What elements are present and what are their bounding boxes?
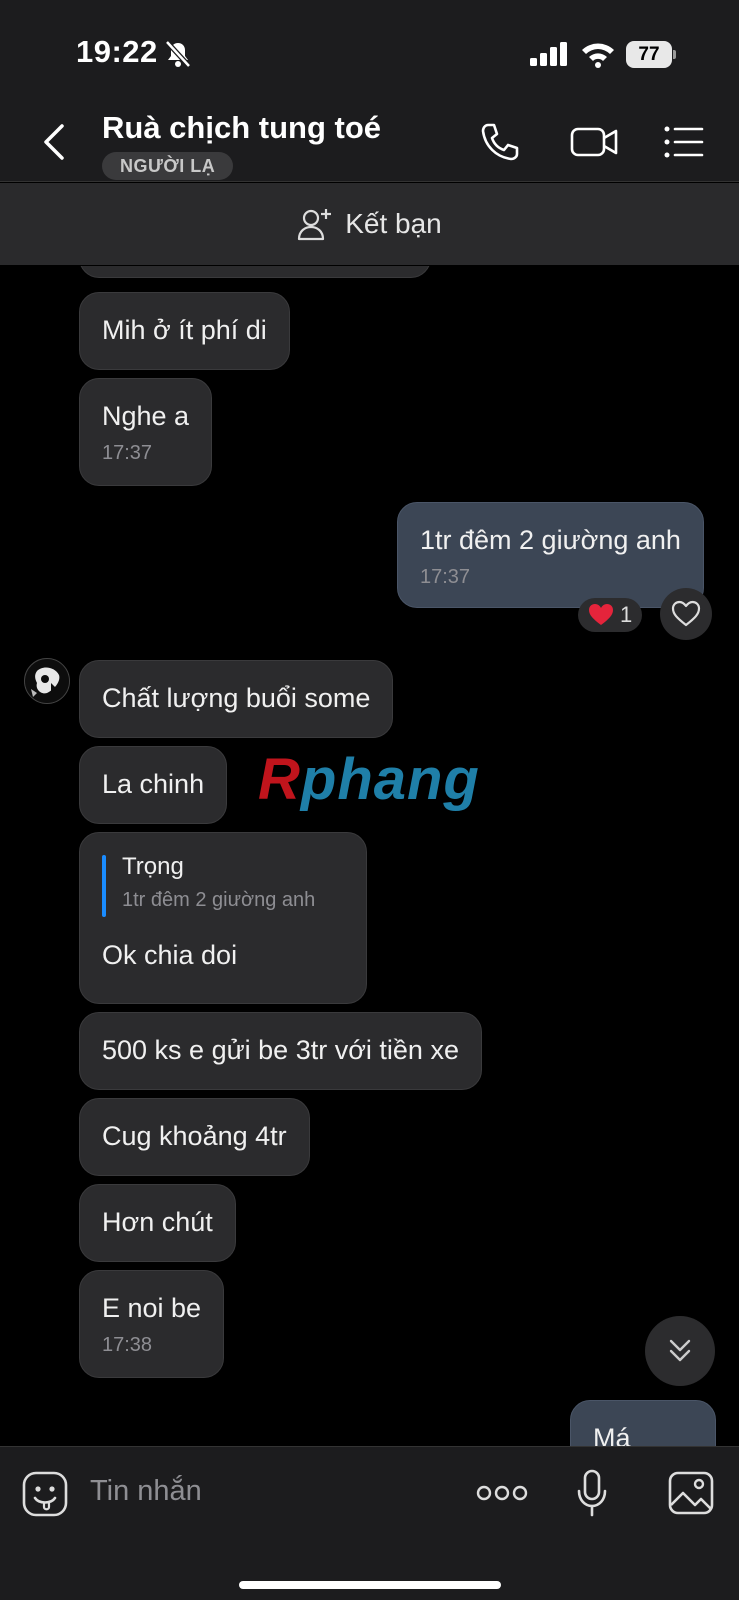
phone-call-icon[interactable]: [478, 120, 522, 164]
message-bubble[interactable]: Nghe a 17:37: [79, 378, 213, 486]
double-chevron-down-icon: [669, 1339, 691, 1362]
message-text: Mih ở ít phí di: [102, 315, 267, 345]
my-message-bubble[interactable]: 1tr đêm 2 giường anh 17:37: [397, 502, 704, 608]
quote-accent-bar: [102, 855, 106, 917]
message-bubble[interactable]: E noi be 17:38: [79, 1270, 225, 1378]
bell-muted-icon: [165, 40, 191, 68]
message-bubble[interactable]: Hơn chút: [79, 1184, 236, 1262]
reaction-badge[interactable]: 1: [578, 598, 643, 632]
battery-level: 77: [638, 44, 660, 65]
scroll-to-bottom-button[interactable]: [645, 1316, 715, 1386]
add-friend-button[interactable]: Kết bạn: [0, 183, 739, 265]
video-call-icon[interactable]: [570, 120, 620, 164]
message-bubble[interactable]: Cug khoảng 4tr: [79, 1098, 310, 1176]
menu-list-icon[interactable]: [662, 120, 706, 164]
wifi-icon: [582, 43, 614, 68]
quote-text: 1tr đêm 2 giường anh: [122, 889, 316, 911]
message-time: 17:38: [102, 1334, 153, 1356]
message-text: 500 ks e gửi be 3tr với tiền xe: [102, 1035, 459, 1065]
my-message-bubble[interactable]: Má: [570, 1400, 716, 1446]
reply-message-bubble[interactable]: Trọng 1tr đêm 2 giường anh Ok chia doi: [79, 832, 367, 1004]
message-bubble[interactable]: 500 ks e gửi be 3tr với tiền xe: [79, 1012, 482, 1090]
message-text: La chinh: [102, 769, 205, 799]
chat-header: Ruà chịch tung toé NGƯỜI LẠ: [0, 100, 739, 182]
message-bubble[interactable]: Mih ở ít phí di: [79, 292, 290, 370]
message-text: Cug khoảng 4tr: [102, 1121, 287, 1151]
cellular-signal-icon: [530, 42, 567, 66]
battery-icon: 77: [626, 41, 676, 68]
microphone-icon[interactable]: [576, 1469, 608, 1519]
heart-outline-icon: [671, 600, 701, 627]
message-bubble-partial[interactable]: [79, 266, 431, 278]
heart-reaction-icon: [589, 604, 613, 625]
message-text: E noi be: [102, 1293, 202, 1323]
message-bubble[interactable]: Chất lượng buổi some: [79, 660, 394, 738]
add-friend-icon: [298, 209, 332, 241]
watermark-logo: Rphang: [258, 747, 480, 812]
avatar[interactable]: [24, 658, 70, 704]
status-bar: 19:22 77: [0, 0, 739, 100]
message-input[interactable]: Tin nhắn: [90, 1475, 202, 1508]
message-text: Hơn chút: [102, 1207, 213, 1237]
status-time: 19:22: [76, 34, 158, 69]
back-chevron-icon[interactable]: [40, 122, 68, 162]
quote-author: Trọng: [122, 853, 184, 880]
message-text: Ok chia doi: [102, 940, 238, 970]
message-time: 17:37: [102, 442, 153, 464]
stranger-badge: NGƯỜI LẠ: [102, 152, 234, 180]
chat-title[interactable]: Ruà chịch tung toé: [102, 110, 381, 146]
message-text: Chất lượng buổi some: [102, 683, 371, 713]
message-text: Nghe a: [102, 401, 190, 431]
message-list[interactable]: Mih ở ít phí di Nghe a 17:37 1tr đêm 2 g…: [0, 266, 739, 1446]
add-friend-label: Kết bạn: [345, 208, 442, 239]
sticker-emoji-icon[interactable]: [22, 1471, 68, 1517]
react-button[interactable]: [660, 588, 712, 640]
image-gallery-icon[interactable]: [668, 1471, 714, 1515]
message-time: 17:37: [420, 566, 471, 588]
more-options-icon[interactable]: [476, 1481, 528, 1505]
home-indicator[interactable]: [239, 1581, 501, 1589]
message-bubble[interactable]: La chinh: [79, 746, 228, 824]
message-text: Má: [593, 1423, 631, 1446]
message-input-bar: Tin nhắn: [0, 1446, 739, 1600]
message-text: 1tr đêm 2 giường anh: [420, 525, 681, 555]
reaction-count: 1: [620, 602, 633, 627]
